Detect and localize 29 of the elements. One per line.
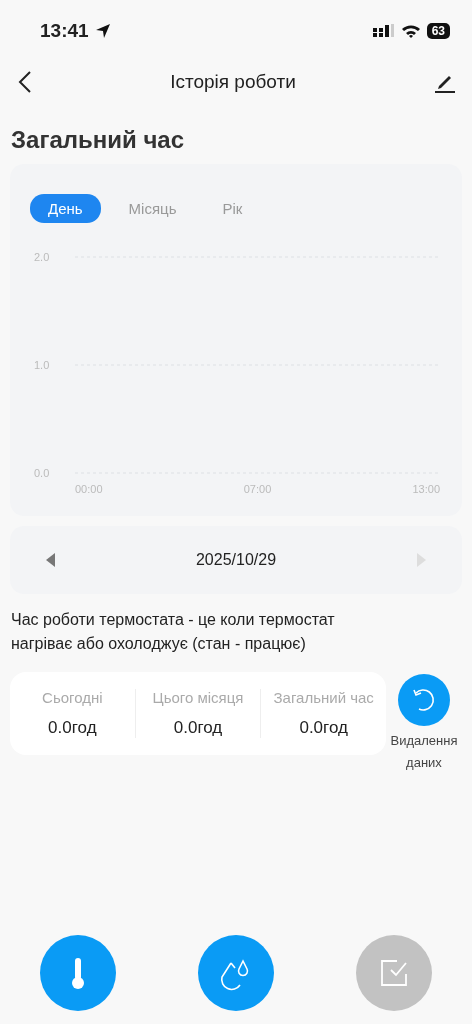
axis-label: 2.0 xyxy=(34,251,50,263)
stat-label: Цього місяця xyxy=(152,689,244,706)
axis-label: 1.0 xyxy=(34,359,50,371)
back-icon[interactable] xyxy=(18,70,32,94)
description-text: Час роботи термостата - це коли термостат нагріває або охолоджує (стан - працює) xyxy=(11,610,336,654)
stat-label: Загальний час xyxy=(273,689,374,706)
battery-level: 63 xyxy=(426,23,450,39)
axis-label: 13:00 xyxy=(412,483,440,495)
wifi-icon xyxy=(400,24,421,38)
axis-label: 00:00 xyxy=(75,483,103,495)
signal-icon xyxy=(372,24,395,38)
period-tab[interactable]: Рік xyxy=(204,194,261,223)
section-heading: Загальний час xyxy=(10,125,186,155)
stat-value: 0.0год xyxy=(299,718,348,738)
stat-value: 0.0год xyxy=(173,718,223,738)
period-tab[interactable]: Місяць xyxy=(110,194,195,223)
reset-icon xyxy=(411,687,437,713)
axis-label: 0.0 xyxy=(34,467,50,479)
reset-label: Видалення даних xyxy=(389,732,459,772)
date-label: 2025/10/29 xyxy=(195,551,277,569)
period-tab[interactable]: День xyxy=(30,194,101,223)
stat-value: 0.0год xyxy=(48,718,97,738)
previous-icon[interactable] xyxy=(46,553,56,567)
stat-label: Сьогодні xyxy=(42,689,103,706)
reset-button[interactable] xyxy=(398,674,450,726)
axis-label: 07:00 xyxy=(243,483,272,495)
page-title: Історія роботи xyxy=(170,71,296,93)
status-time: 13:41 xyxy=(40,20,89,42)
location-arrow-icon xyxy=(94,23,111,39)
